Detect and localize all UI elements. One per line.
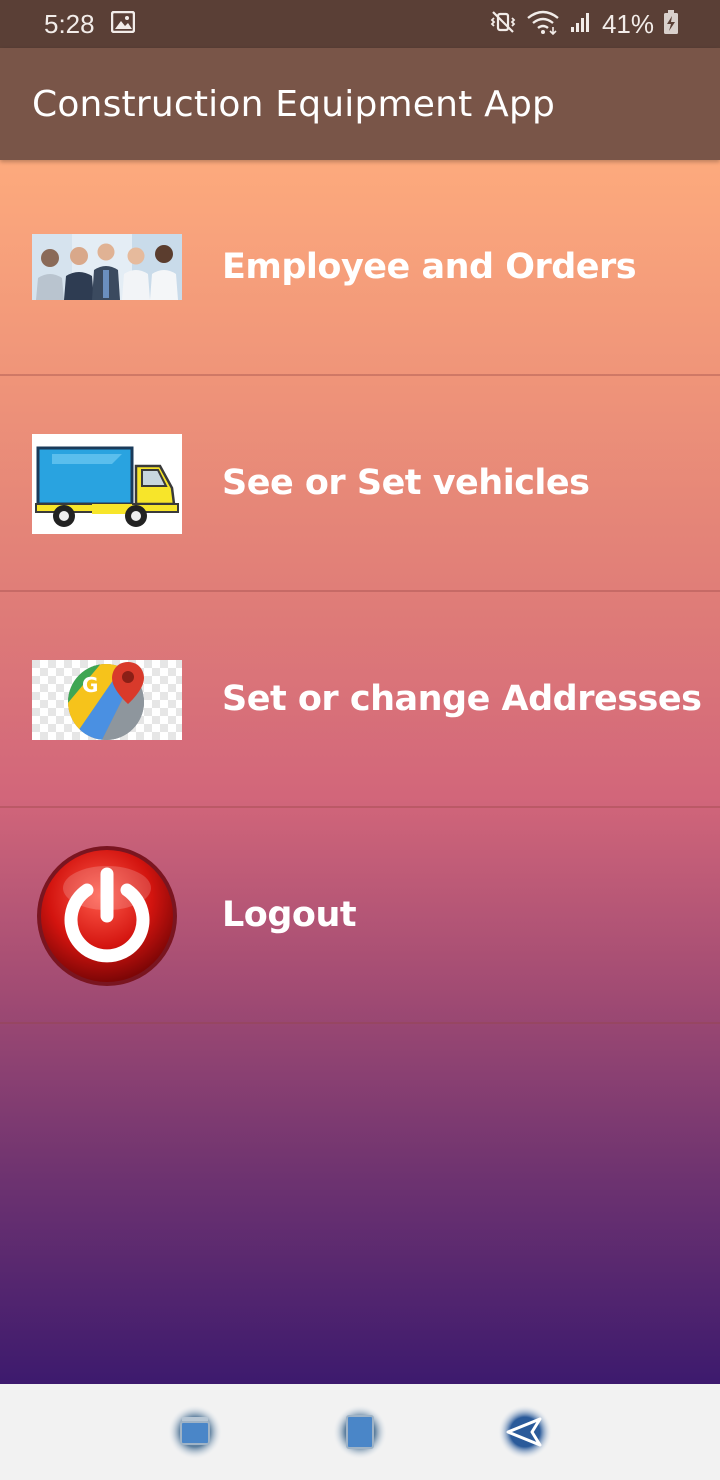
truck-icon xyxy=(32,434,182,534)
battery-percent: 41% xyxy=(601,8,654,39)
menu-item-addresses[interactable]: G Set or change Addresses xyxy=(0,592,720,808)
image-icon xyxy=(110,10,135,37)
wifi-icon xyxy=(526,9,560,39)
menu-item-employee-orders[interactable]: Employee and Orders xyxy=(0,160,720,376)
status-bar: 5:28 41% xyxy=(0,0,720,48)
main-menu: Employee and Orders See or Set vehicles xyxy=(0,160,720,1384)
status-time: 5:28 xyxy=(44,8,95,39)
app-bar: Construction Equipment App xyxy=(0,48,720,160)
menu-label-logout: Logout xyxy=(222,895,357,935)
svg-text:G: G xyxy=(82,673,98,697)
navigation-bar xyxy=(0,1384,720,1480)
back-icon[interactable] xyxy=(496,1403,554,1461)
home-icon[interactable] xyxy=(331,1403,389,1461)
power-icon xyxy=(32,844,182,988)
menu-label-addresses: Set or change Addresses xyxy=(222,679,702,719)
recent-apps-icon[interactable] xyxy=(166,1403,224,1461)
google-maps-icon: G xyxy=(32,660,182,740)
mute-vibrate-icon xyxy=(490,10,516,38)
menu-item-logout[interactable]: Logout xyxy=(0,808,720,1024)
employees-photo xyxy=(32,234,182,300)
signal-icon xyxy=(570,11,592,37)
menu-label-employee-orders: Employee and Orders xyxy=(222,247,637,287)
menu-item-vehicles[interactable]: See or Set vehicles xyxy=(0,376,720,592)
menu-label-vehicles: See or Set vehicles xyxy=(222,463,590,503)
app-title: Construction Equipment App xyxy=(32,83,556,125)
battery-charging-icon xyxy=(664,10,678,38)
